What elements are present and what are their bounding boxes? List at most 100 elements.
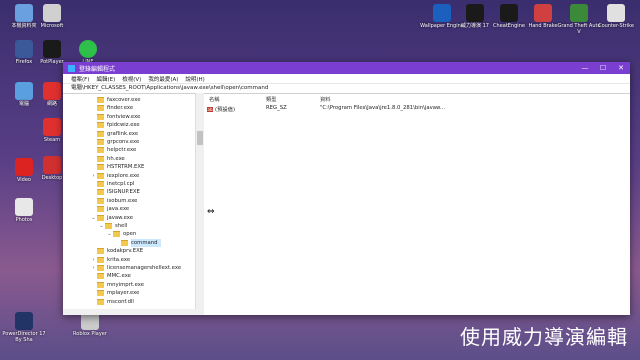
tree-item[interactable]: grpconv.exe [91, 138, 139, 146]
maximize-button[interactable]: ☐ [594, 62, 612, 74]
tree-item[interactable]: ⌄ javaw.exe [91, 214, 133, 222]
tree-item[interactable]: isobum.exe [91, 197, 137, 205]
value-type: REG_SZ [266, 105, 287, 111]
tree-item[interactable]: graflink.exe [91, 130, 138, 138]
column-header-type[interactable]: 類型 [266, 95, 277, 103]
tree-item-label: fpidcwiz.exe [107, 122, 140, 129]
tree-item[interactable]: faxcover.exe [91, 96, 140, 104]
folder-icon [97, 197, 104, 204]
folder-icon [97, 248, 104, 255]
mouse-cursor-icon: ⇔ [207, 207, 215, 217]
tree-item[interactable]: ISIGNUP.EXE [91, 188, 140, 196]
tree-horizontal-scrollbar[interactable] [63, 309, 203, 315]
folder-icon [97, 97, 104, 103]
tree-item-label: kodakprv.EXE [107, 248, 144, 255]
tree-item[interactable]: java.exe [91, 205, 129, 213]
tree-vertical-scrollbar[interactable] [195, 93, 204, 315]
folder-icon [97, 298, 104, 305]
desktop-app-icon [15, 40, 33, 58]
chevron-right-icon[interactable]: › [91, 172, 96, 180]
menu-help[interactable]: 說明(H) [185, 75, 204, 83]
tree-item-label: inetcpl.cpl [107, 181, 135, 187]
string-value-icon: ab [207, 106, 213, 112]
value-data: "C:\Program Files\Java\jre1.8.0_281\bin\… [320, 105, 445, 111]
tree-item-label: licensemanagershellext.exe [107, 265, 182, 271]
tree-item[interactable]: HSTRTRM.EXE [91, 163, 144, 171]
tree-item-label: faxcover.exe [107, 97, 141, 103]
tree-item[interactable]: mnyimprt.exe [91, 281, 144, 289]
folder-icon [97, 155, 104, 162]
folder-icon [97, 147, 104, 154]
column-header-data[interactable]: 資料 [320, 95, 331, 103]
top-icon-5[interactable]: Counter-Strike [594, 4, 638, 29]
title-bar[interactable]: 登錄編輯程式 — ☐ ✕ [63, 62, 630, 74]
value-name: (預設值) [215, 107, 236, 113]
chevron-down-icon[interactable]: ⌄ [91, 214, 96, 222]
tree-item[interactable]: helpctr.exe [91, 146, 136, 154]
menu-edit[interactable]: 編輯(E) [96, 75, 115, 83]
tree-item[interactable]: kodakprv.EXE [91, 247, 143, 255]
folder-icon [97, 189, 104, 196]
desktop-icon-8[interactable]: Photos [2, 198, 46, 223]
close-button[interactable]: ✕ [612, 62, 630, 74]
tree-item[interactable]: › licensemanagershellext.exe [91, 264, 181, 272]
tree-item[interactable]: fpidcwiz.exe [91, 121, 140, 129]
menu-bar: 檔案(F) 編輯(E) 檢視(V) 我的最愛(A) 說明(H) [63, 74, 630, 84]
tree-item-label: finder.exe [107, 105, 134, 112]
folder-icon [105, 223, 112, 229]
desktop-icon-11[interactable]: PowerDirector 17 By Sha [2, 312, 46, 343]
tree-item[interactable]: fontview.exe [91, 113, 140, 121]
desktop-icon-1[interactable]: Microsoft [30, 4, 74, 29]
tree-item[interactable]: msconf.dll [91, 298, 134, 306]
scrollbar-thumb[interactable] [197, 131, 203, 145]
line-icon [79, 40, 97, 58]
tree-item[interactable]: inetcpl.cpl [91, 180, 134, 188]
tree-item-label: fontview.exe [107, 113, 141, 120]
chevron-down-icon[interactable]: ⌄ [99, 222, 104, 230]
folder-icon [97, 214, 104, 221]
tree-item[interactable]: › krita.exe [91, 256, 130, 264]
value-row[interactable]: ab (預設值) [207, 105, 235, 113]
chevron-down-icon[interactable]: ⌄ [107, 230, 112, 238]
menu-view[interactable]: 檢視(V) [122, 75, 141, 83]
desktop-icon-4[interactable]: Firefox [2, 40, 46, 65]
tree-item-label: shell [115, 223, 128, 229]
menu-file[interactable]: 檔案(F) [71, 75, 89, 83]
desktop-app-icon [43, 82, 61, 100]
tree-item[interactable]: MMC.exe [91, 272, 131, 280]
tree-item[interactable]: mplayer.exe [91, 289, 139, 297]
desktop-app-icon [43, 156, 61, 174]
tree-item[interactable]: ⌄ shell [99, 222, 127, 230]
registry-editor-window: 登錄編輯程式 — ☐ ✕ 檔案(F) 編輯(E) 檢視(V) 我的最愛(A) 說… [63, 62, 630, 315]
registry-app-icon [68, 64, 75, 72]
tree-item[interactable]: ⌄ open [107, 230, 136, 238]
folder-icon [97, 265, 104, 271]
tree-item-label: HSTRTRM.EXE [107, 164, 145, 171]
desktop-app-icon [500, 4, 518, 22]
folder-icon [97, 206, 104, 213]
column-header-name[interactable]: 名稱 [209, 95, 220, 103]
chevron-right-icon[interactable]: › [91, 264, 96, 272]
tree-item-label: krita.exe [107, 256, 131, 263]
tree-item-label: mnyimprt.exe [107, 281, 144, 288]
desktop-app-icon [534, 4, 552, 22]
chevron-right-icon[interactable]: › [91, 256, 96, 264]
tree-item-label: MMC.exe [107, 273, 131, 280]
desktop-app-icon [433, 4, 451, 22]
tree-item[interactable]: finder.exe [91, 104, 133, 112]
desktop-app-icon [15, 312, 33, 330]
folder-icon [97, 164, 104, 171]
tree-item[interactable]: hh.exe [91, 155, 125, 163]
tree-item-label: hh.exe [107, 155, 125, 162]
folder-icon [121, 239, 128, 246]
desktop-icon-12[interactable]: Roblox Player [68, 312, 112, 337]
tree-item[interactable]: › iexplore.exe [91, 172, 139, 180]
minimize-button[interactable]: — [576, 62, 594, 74]
tree-item-label: mplayer.exe [107, 290, 140, 297]
desktop-app-icon [570, 4, 588, 22]
menu-favorites[interactable]: 我的最愛(A) [148, 75, 178, 83]
tree-item-label: command [131, 238, 162, 247]
tree-item[interactable]: command [115, 238, 162, 247]
tree-item-label: javaw.exe [107, 214, 134, 221]
tree-item-label: graflink.exe [107, 130, 139, 137]
